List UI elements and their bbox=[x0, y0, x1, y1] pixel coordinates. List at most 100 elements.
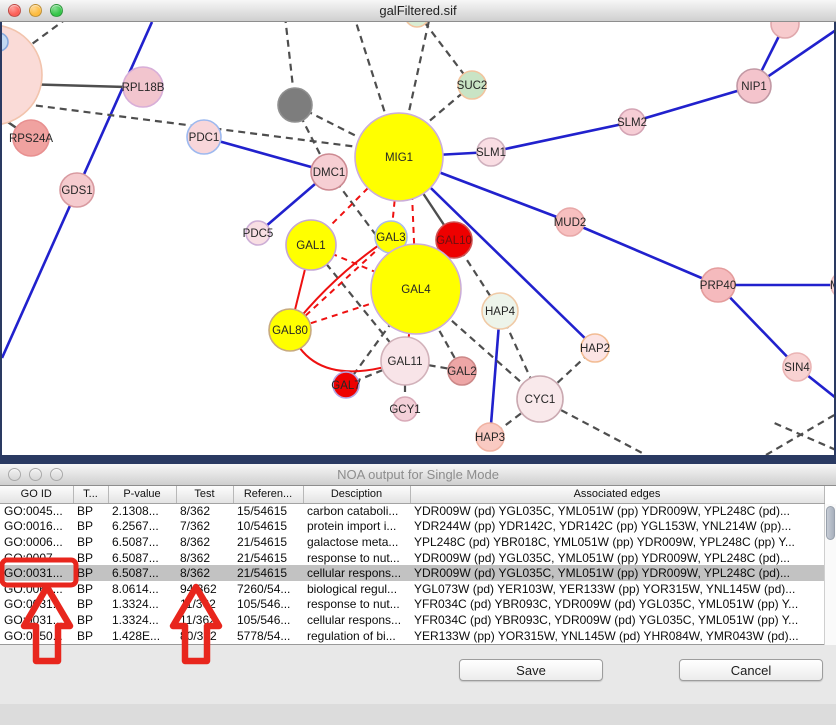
cell-edges: YFR034C (pd) YBR093C, YDR009W (pd) YGL03… bbox=[410, 597, 824, 613]
node-label-PDC1: PDC1 bbox=[189, 132, 220, 144]
column-header-description[interactable]: Desciption bbox=[303, 486, 410, 503]
column-header-reference[interactable]: Referen... bbox=[233, 486, 303, 503]
node-label-SLM2: SLM2 bbox=[617, 117, 647, 129]
cell-edges: YDR244W (pp) YDR142C, YDR142C (pp) YGL15… bbox=[410, 519, 824, 535]
network-edge[interactable] bbox=[632, 86, 754, 122]
cell-edges: YDR009W (pd) YGL035C, YML051W (pp) YDR00… bbox=[410, 565, 824, 581]
cell-reference: 10/54615 bbox=[233, 519, 303, 535]
cell-description: galactose meta... bbox=[303, 534, 410, 550]
node-label-GAL4: GAL4 bbox=[401, 284, 431, 296]
column-header-edges[interactable]: Associated edges bbox=[410, 486, 824, 503]
network-edge[interactable] bbox=[491, 122, 632, 152]
node-label-PDC5: PDC5 bbox=[243, 228, 274, 240]
cell-p_value: 1.428E... bbox=[108, 628, 176, 644]
scrollbar-thumb[interactable] bbox=[826, 506, 835, 540]
cell-go_id: GO:0045... bbox=[0, 503, 73, 519]
table-row[interactable]: GO:0045...BP2.1308...8/36215/54615carbon… bbox=[0, 503, 824, 519]
table-row[interactable]: GO:0050...BP1.428E...80/3625778/54...reg… bbox=[0, 628, 824, 644]
cell-reference: 21/54615 bbox=[233, 534, 303, 550]
cell-p_value: 2.1308... bbox=[108, 503, 176, 519]
cell-test: 80/362 bbox=[176, 628, 233, 644]
save-button[interactable]: Save bbox=[459, 659, 603, 681]
cell-type: BP bbox=[73, 628, 108, 644]
cell-go_id: GO:0065... bbox=[0, 581, 73, 597]
graph-window-titlebar[interactable]: galFiltered.sif bbox=[0, 0, 836, 22]
cell-description: regulation of bi... bbox=[303, 628, 410, 644]
cell-go_id: GO:0007... bbox=[0, 550, 73, 566]
cell-edges: YDR009W (pd) YGL035C, YML051W (pp) YDR00… bbox=[410, 503, 824, 519]
cancel-button[interactable]: Cancel bbox=[679, 659, 823, 681]
cell-test: 8/362 bbox=[176, 565, 233, 581]
cell-p_value: 8.0614... bbox=[108, 581, 176, 597]
noa-table-body: GO:0045...BP2.1308...8/36215/54615carbon… bbox=[0, 503, 824, 643]
node-label-GAL11: GAL11 bbox=[388, 356, 423, 368]
node-label-GAL1: GAL1 bbox=[296, 240, 325, 252]
table-row[interactable]: GO:0007...BP6.5087...8/36221/54615respon… bbox=[0, 550, 824, 566]
table-row[interactable]: GO:0006...BP6.5087...8/36221/54615galact… bbox=[0, 534, 824, 550]
table-row[interactable]: GO:0031...BP1.3324...11/362105/546...res… bbox=[0, 597, 824, 613]
cell-type: BP bbox=[73, 565, 108, 581]
minimize-button[interactable] bbox=[29, 468, 42, 481]
network-edge[interactable] bbox=[490, 311, 500, 437]
column-header-go_id[interactable]: GO ID bbox=[0, 486, 73, 503]
node-gray-node[interactable] bbox=[278, 88, 312, 122]
network-edge[interactable] bbox=[570, 222, 718, 285]
node-label-HAP3: HAP3 bbox=[475, 432, 505, 444]
graph-window-controls bbox=[8, 4, 63, 17]
cell-p_value: 6.2567... bbox=[108, 519, 176, 535]
cell-type: BP bbox=[73, 519, 108, 535]
cell-go_id: GO:0031... bbox=[0, 597, 73, 613]
cell-type: BP bbox=[73, 534, 108, 550]
network-panel: RPL18BRPS24AGDS1PDC1SUC2MIG1SLM1SLM2NIP1… bbox=[0, 22, 836, 464]
node-label-RPL18B: RPL18B bbox=[122, 82, 165, 94]
node-label-MSL1: MSL1 bbox=[830, 280, 834, 292]
cell-type: BP bbox=[73, 581, 108, 597]
node-label-NIP1: NIP1 bbox=[741, 81, 767, 93]
cell-test: 94/362 bbox=[176, 581, 233, 597]
cell-reference: 21/54615 bbox=[233, 550, 303, 566]
network-edge[interactable] bbox=[204, 137, 329, 172]
cell-p_value: 1.3324... bbox=[108, 597, 176, 613]
column-header-type[interactable]: T... bbox=[73, 486, 108, 503]
cell-description: protein import i... bbox=[303, 519, 410, 535]
noa-window-titlebar[interactable]: NOA output for Single Mode bbox=[0, 464, 836, 486]
close-button[interactable] bbox=[8, 4, 21, 17]
noa-footer: Save Cancel bbox=[0, 645, 836, 725]
cell-reference: 105/546... bbox=[233, 612, 303, 628]
table-scrollbar[interactable] bbox=[824, 504, 836, 645]
cell-go_id: GO:0031... bbox=[0, 565, 73, 581]
table-row[interactable]: GO:0016...BP6.2567...7/36210/54615protei… bbox=[0, 519, 824, 535]
cell-test: 11/362 bbox=[176, 597, 233, 613]
minimize-button[interactable] bbox=[29, 4, 42, 17]
node-pink-tr[interactable] bbox=[771, 22, 799, 38]
network-svg[interactable]: RPL18BRPS24AGDS1PDC1SUC2MIG1SLM1SLM2NIP1… bbox=[2, 22, 834, 455]
noa-window-title: NOA output for Single Mode bbox=[337, 467, 499, 482]
noa-window-controls bbox=[8, 468, 63, 481]
cell-p_value: 6.5087... bbox=[108, 550, 176, 566]
node-label-GAL2: GAL2 bbox=[447, 366, 476, 378]
zoom-button[interactable] bbox=[50, 4, 63, 17]
table-row[interactable]: GO:0065...BP8.0614...94/3627260/54...bio… bbox=[0, 581, 824, 597]
node-label-GDS1: GDS1 bbox=[61, 185, 92, 197]
column-header-test[interactable]: Test bbox=[176, 486, 233, 503]
cell-description: cellular respons... bbox=[303, 612, 410, 628]
cell-test: 8/362 bbox=[176, 550, 233, 566]
zoom-button[interactable] bbox=[50, 468, 63, 481]
node-label-GAL3: GAL3 bbox=[376, 232, 405, 244]
column-header-p_value[interactable]: P-value bbox=[108, 486, 176, 503]
node-top-node[interactable] bbox=[405, 22, 429, 27]
cell-type: BP bbox=[73, 550, 108, 566]
cell-description: biological regul... bbox=[303, 581, 410, 597]
cell-test: 11/362 bbox=[176, 612, 233, 628]
table-row[interactable]: GO:0031...BP6.5087...8/36221/54615cellul… bbox=[0, 565, 824, 581]
cell-description: carbon cataboli... bbox=[303, 503, 410, 519]
node-label-HAP2: HAP2 bbox=[580, 343, 610, 355]
node-label-MIG1: MIG1 bbox=[385, 152, 413, 164]
node-label-MUD2: MUD2 bbox=[554, 217, 587, 229]
cell-reference: 7260/54... bbox=[233, 581, 303, 597]
table-row[interactable]: GO:0031...BP1.3324...11/362105/546...cel… bbox=[0, 612, 824, 628]
close-button[interactable] bbox=[8, 468, 21, 481]
cell-description: response to nut... bbox=[303, 550, 410, 566]
node-label-SIN4: SIN4 bbox=[784, 362, 810, 374]
cell-edges: YPL248C (pd) YBR018C, YML051W (pp) YDR00… bbox=[410, 534, 824, 550]
